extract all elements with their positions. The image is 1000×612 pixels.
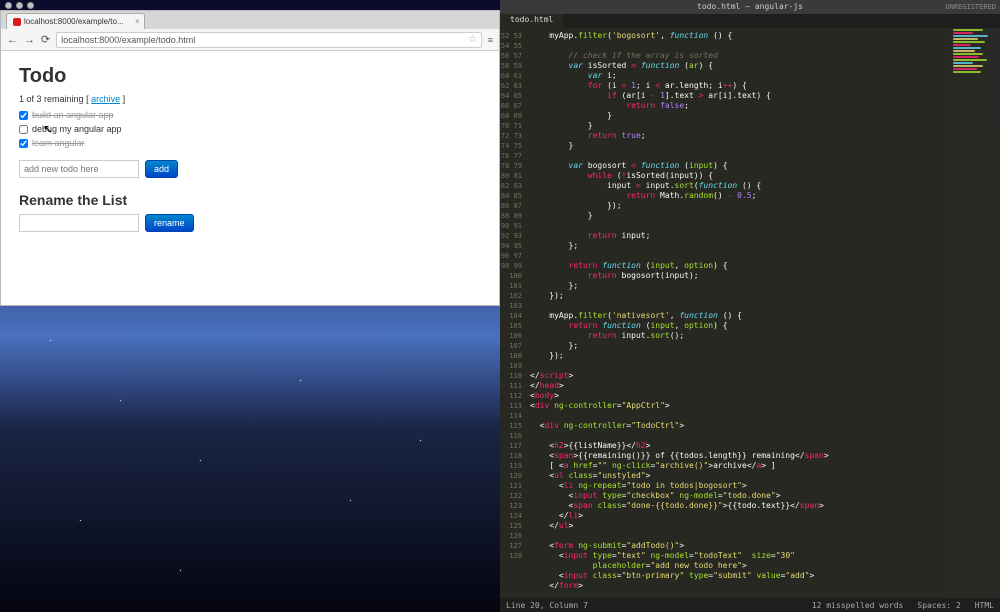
list-item: learn angular [19, 136, 481, 150]
desktop-star [300, 380, 301, 381]
editor-tab[interactable]: todo.html [500, 14, 564, 28]
todo-checkbox[interactable] [19, 139, 28, 148]
minimize-dot[interactable] [16, 2, 23, 9]
back-button[interactable]: ← [7, 34, 18, 46]
menu-icon[interactable]: ≡ [488, 35, 493, 45]
status-misspelled[interactable]: 12 misspelled words [812, 601, 904, 610]
url-bar[interactable]: localhost:8000/example/todo.html ☆ [56, 32, 482, 48]
rename-button[interactable]: rename [145, 214, 194, 232]
forward-button[interactable]: → [24, 34, 35, 46]
url-text: localhost:8000/example/todo.html [61, 35, 195, 45]
todo-list: build an angular app debug my angular ap… [19, 108, 481, 150]
todo-text: debug my angular app [32, 122, 122, 136]
status-spaces[interactable]: Spaces: 2 [917, 601, 960, 610]
tab-strip: localhost:8000/example/to... × [1, 11, 499, 29]
add-todo-form: add [19, 160, 481, 178]
status-cursor-pos[interactable]: Line 20, Column 7 [506, 601, 588, 610]
zoom-dot[interactable] [27, 2, 34, 9]
angular-favicon [13, 18, 21, 26]
desktop-star [420, 440, 421, 441]
archive-bracket-close: ] [120, 94, 125, 104]
remaining-row: 1 of 3 remaining [ archive ] [19, 94, 481, 104]
desktop-star [120, 400, 121, 401]
unregistered-label: UNREGISTERED [945, 0, 996, 14]
tab-title: localhost:8000/example/to... [24, 15, 124, 29]
archive-link[interactable]: archive [91, 94, 120, 104]
desktop-star [350, 500, 351, 501]
todo-checkbox[interactable] [19, 111, 28, 120]
todo-text: build an angular app [32, 108, 114, 122]
todo-checkbox[interactable] [19, 125, 28, 134]
todo-text: learn angular [32, 136, 85, 150]
rename-form: rename [19, 214, 481, 232]
editor-window: todo.html – angular-js UNREGISTERED todo… [500, 0, 1000, 612]
editor-title: todo.html – angular-js [697, 2, 803, 11]
browser-toolbar: ← → ⟳ localhost:8000/example/todo.html ☆… [1, 29, 499, 51]
rename-heading: Rename the List [19, 192, 481, 208]
add-button[interactable]: add [145, 160, 178, 178]
editor-status-bar: Line 20, Column 7 12 misspelled words Sp… [500, 598, 1000, 612]
bookmark-star-icon[interactable]: ☆ [468, 34, 477, 45]
remaining-text: 1 of 3 remaining [19, 94, 84, 104]
mac-traffic-lights [0, 0, 39, 10]
code-body[interactable]: myApp.filter('bogosort', function () { /… [526, 28, 1000, 598]
browser-tab[interactable]: localhost:8000/example/to... × [6, 13, 145, 29]
reload-button[interactable]: ⟳ [41, 33, 50, 46]
desktop-star [80, 520, 81, 521]
desktop-star [180, 570, 181, 571]
desktop-star [200, 460, 201, 461]
line-number-gutter: 52 53 54 55 56 57 58 59 60 61 62 63 64 6… [500, 28, 526, 598]
todo-heading: Todo [19, 65, 481, 88]
desktop-star [50, 340, 51, 341]
close-dot[interactable] [5, 2, 12, 9]
list-item: build an angular app [19, 108, 481, 122]
tab-close-icon[interactable]: × [135, 15, 140, 29]
editor-tabs: todo.html [500, 14, 1000, 28]
code-area[interactable]: 52 53 54 55 56 57 58 59 60 61 62 63 64 6… [500, 28, 1000, 598]
editor-titlebar: todo.html – angular-js UNREGISTERED [500, 0, 1000, 14]
page-content: Todo 1 of 3 remaining [ archive ] build … [1, 51, 499, 305]
minimap[interactable] [950, 28, 1000, 598]
add-todo-input[interactable] [19, 160, 139, 178]
list-item: debug my angular app [19, 122, 481, 136]
browser-window: localhost:8000/example/to... × ← → ⟳ loc… [0, 10, 500, 306]
status-lang[interactable]: HTML [975, 601, 994, 610]
rename-input[interactable] [19, 214, 139, 232]
